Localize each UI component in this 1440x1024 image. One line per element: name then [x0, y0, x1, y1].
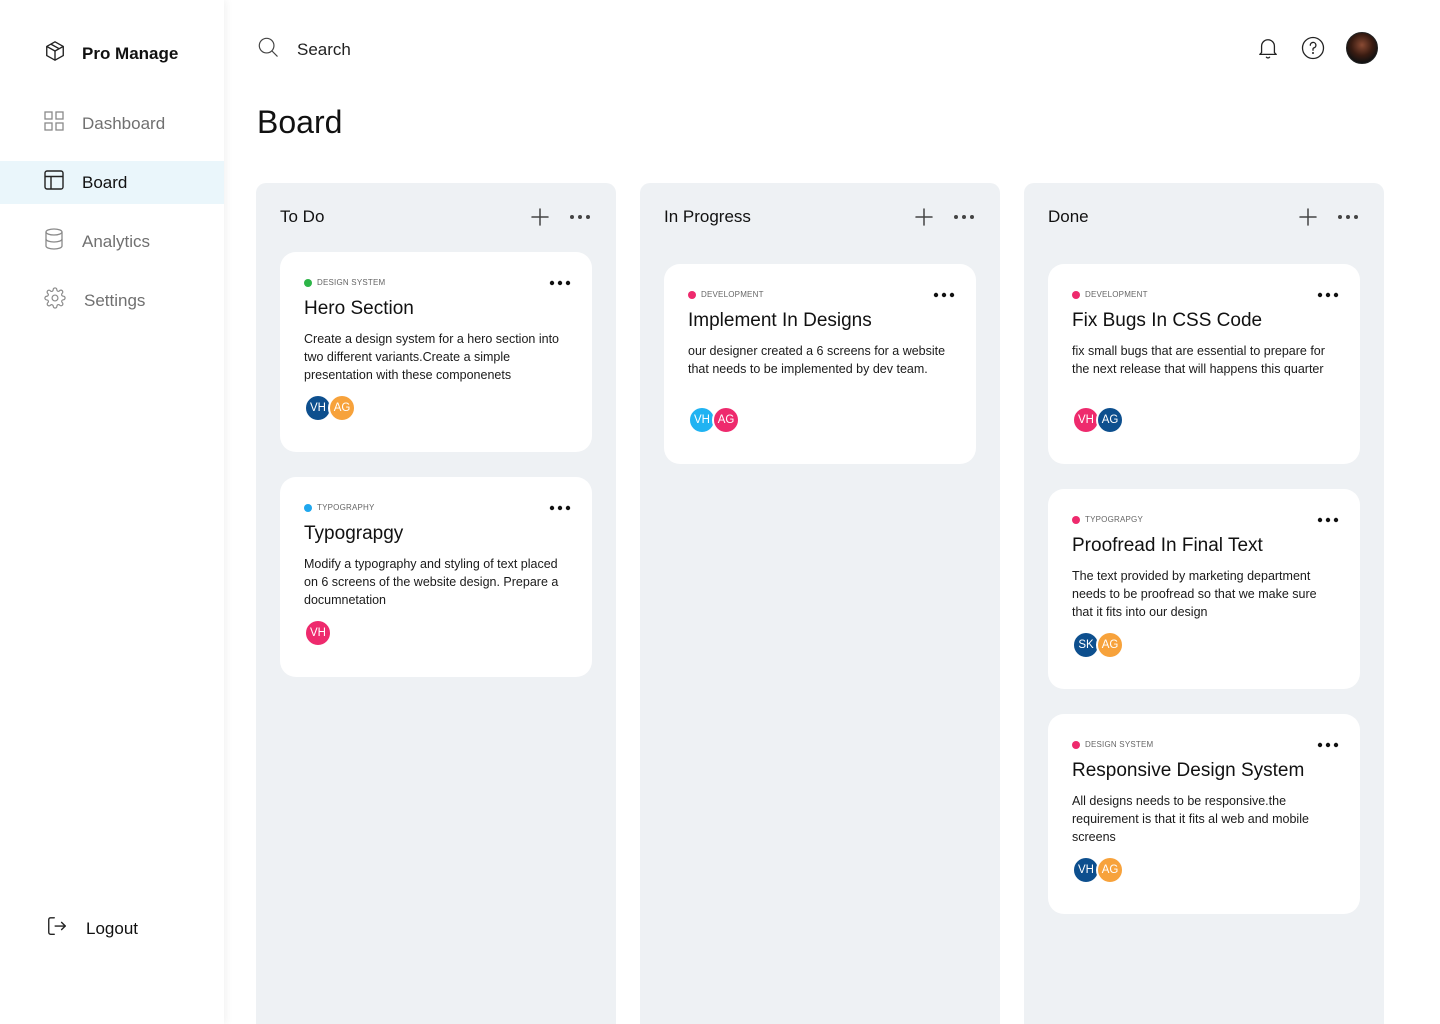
card-description: fix small bugs that are essential to pre…: [1072, 344, 1325, 376]
assignee-list: VH AG: [688, 406, 740, 434]
cube-logo-icon: [44, 40, 66, 67]
assignee-avatar[interactable]: AG: [1096, 406, 1124, 434]
top-actions: [1256, 32, 1378, 64]
assignee-avatar[interactable]: AG: [328, 394, 356, 422]
logout-button[interactable]: Logout: [46, 915, 138, 942]
card-tag: TYPOGRAPGY: [1072, 515, 1143, 524]
column-title: Done: [1048, 207, 1089, 226]
more-options-icon[interactable]: [568, 207, 592, 227]
bell-icon[interactable]: [1256, 36, 1280, 60]
tag-label: DEVELOPMENT: [1085, 290, 1148, 299]
logout-icon: [46, 915, 68, 942]
plus-icon[interactable]: [914, 207, 934, 227]
assignee-avatar[interactable]: AG: [1096, 631, 1124, 659]
card-title: Implement In Designs: [688, 310, 872, 331]
assignee-list: VH AG: [1072, 856, 1124, 884]
card-title: Typograpgy: [304, 523, 404, 544]
assignee-list: SK AG: [1072, 631, 1124, 659]
search-bar[interactable]: Search: [257, 36, 351, 63]
sidebar-item-label: Dashboard: [82, 113, 166, 133]
more-options-icon[interactable]: [548, 501, 572, 513]
card-title: Fix Bugs In CSS Code: [1072, 310, 1263, 331]
logout-label: Logout: [86, 918, 138, 938]
more-options-icon[interactable]: [932, 288, 956, 300]
tag-dot-icon: [304, 503, 312, 512]
card-title: Responsive Design System: [1072, 760, 1305, 781]
tag-label: TYPOGRAPHY: [317, 503, 375, 512]
assignee-avatar[interactable]: VH: [304, 619, 332, 647]
sidebar-item-analytics[interactable]: Analytics: [0, 220, 224, 263]
card-description: All designs needs to be responsive.the r…: [1072, 794, 1309, 844]
board-column: In Progress DEVELOPMENT Implement In Desig…: [640, 183, 1000, 1024]
card-description: Modify a typography and styling of text …: [304, 557, 559, 607]
task-card[interactable]: TYPOGRAPHY Typograpgy Modify a typography …: [280, 477, 592, 677]
more-options-icon[interactable]: [1316, 288, 1340, 300]
search-input[interactable]: Search: [297, 40, 351, 60]
card-title: Hero Section: [304, 298, 414, 319]
tag-label: DESIGN SYSTEM: [1085, 740, 1154, 749]
assignee-list: VH AG: [304, 394, 356, 422]
task-card[interactable]: TYPOGRAPGY Proofread In Final Text The tex…: [1048, 489, 1360, 689]
grid-icon: [44, 111, 64, 136]
tag-dot-icon: [1072, 515, 1080, 524]
task-card[interactable]: DESIGN SYSTEM Hero Section Create a design…: [280, 252, 592, 452]
card-tag: DEVELOPMENT: [1072, 290, 1148, 299]
card-description: Create a design system for a hero sectio…: [304, 332, 559, 382]
help-icon[interactable]: [1301, 36, 1325, 60]
tag-label: DESIGN SYSTEM: [317, 278, 386, 287]
user-avatar[interactable]: [1346, 32, 1378, 64]
card-description: our designer created a 6 screens for a w…: [688, 344, 946, 376]
card-tag: TYPOGRAPHY: [304, 503, 375, 512]
task-card[interactable]: DEVELOPMENT Implement In Designs our desig…: [664, 264, 976, 464]
assignee-avatar[interactable]: AG: [1096, 856, 1124, 884]
sidebar-item-settings[interactable]: Settings: [0, 279, 224, 322]
tag-label: DEVELOPMENT: [701, 290, 764, 299]
gear-icon: [44, 287, 66, 314]
card-description: The text provided by marketing departmen…: [1072, 569, 1317, 619]
assignee-avatar[interactable]: AG: [712, 406, 740, 434]
card-tag: DESIGN SYSTEM: [1072, 740, 1153, 749]
search-icon: [257, 36, 279, 63]
sidebar-item-label: Analytics: [82, 231, 151, 251]
sidebar-item-board[interactable]: Board: [0, 161, 224, 204]
assignee-list: VH AG: [1072, 406, 1124, 434]
card-tag: DEVELOPMENT: [688, 290, 764, 299]
plus-icon[interactable]: [1298, 207, 1318, 227]
database-icon: [44, 228, 64, 255]
task-card[interactable]: DEVELOPMENT Fix Bugs In CSS Code fix small…: [1048, 264, 1360, 464]
card-title: Proofread In Final Text: [1072, 535, 1263, 556]
task-card[interactable]: DESIGN SYSTEM Responsive Design System All…: [1048, 714, 1360, 914]
tag-dot-icon: [688, 290, 696, 299]
tag-dot-icon: [1072, 290, 1080, 299]
more-options-icon[interactable]: [548, 276, 572, 288]
more-options-icon[interactable]: [1316, 738, 1340, 750]
column-title: In Progress: [664, 207, 751, 226]
tag-dot-icon: [304, 278, 312, 287]
sidebar-item-dashboard[interactable]: Dashboard: [0, 102, 224, 145]
page-title: Board: [257, 104, 343, 140]
board-column: To Do DESIGN SYSTEM Hero Section Create a d…: [256, 183, 616, 1024]
tag-label: TYPOGRAPGY: [1085, 515, 1144, 524]
brand[interactable]: Pro Manage: [44, 40, 178, 67]
tag-dot-icon: [1072, 740, 1080, 749]
sidebar-item-label: Board: [82, 172, 128, 192]
sidebar: Pro Manage Dashboard Board Analytics Set…: [0, 0, 224, 1024]
layout-icon: [44, 170, 64, 195]
board-column: Done DEVELOPMENT Fix Bugs In CSS Code fix s…: [1024, 183, 1384, 1024]
plus-icon[interactable]: [530, 207, 550, 227]
more-options-icon[interactable]: [952, 207, 976, 227]
more-options-icon[interactable]: [1336, 207, 1360, 227]
assignee-list: VH: [304, 619, 332, 647]
column-title: To Do: [280, 207, 325, 226]
sidebar-item-label: Settings: [84, 290, 146, 310]
card-tag: DESIGN SYSTEM: [304, 278, 385, 287]
app-name: Pro Manage: [82, 43, 179, 63]
more-options-icon[interactable]: [1316, 513, 1340, 525]
